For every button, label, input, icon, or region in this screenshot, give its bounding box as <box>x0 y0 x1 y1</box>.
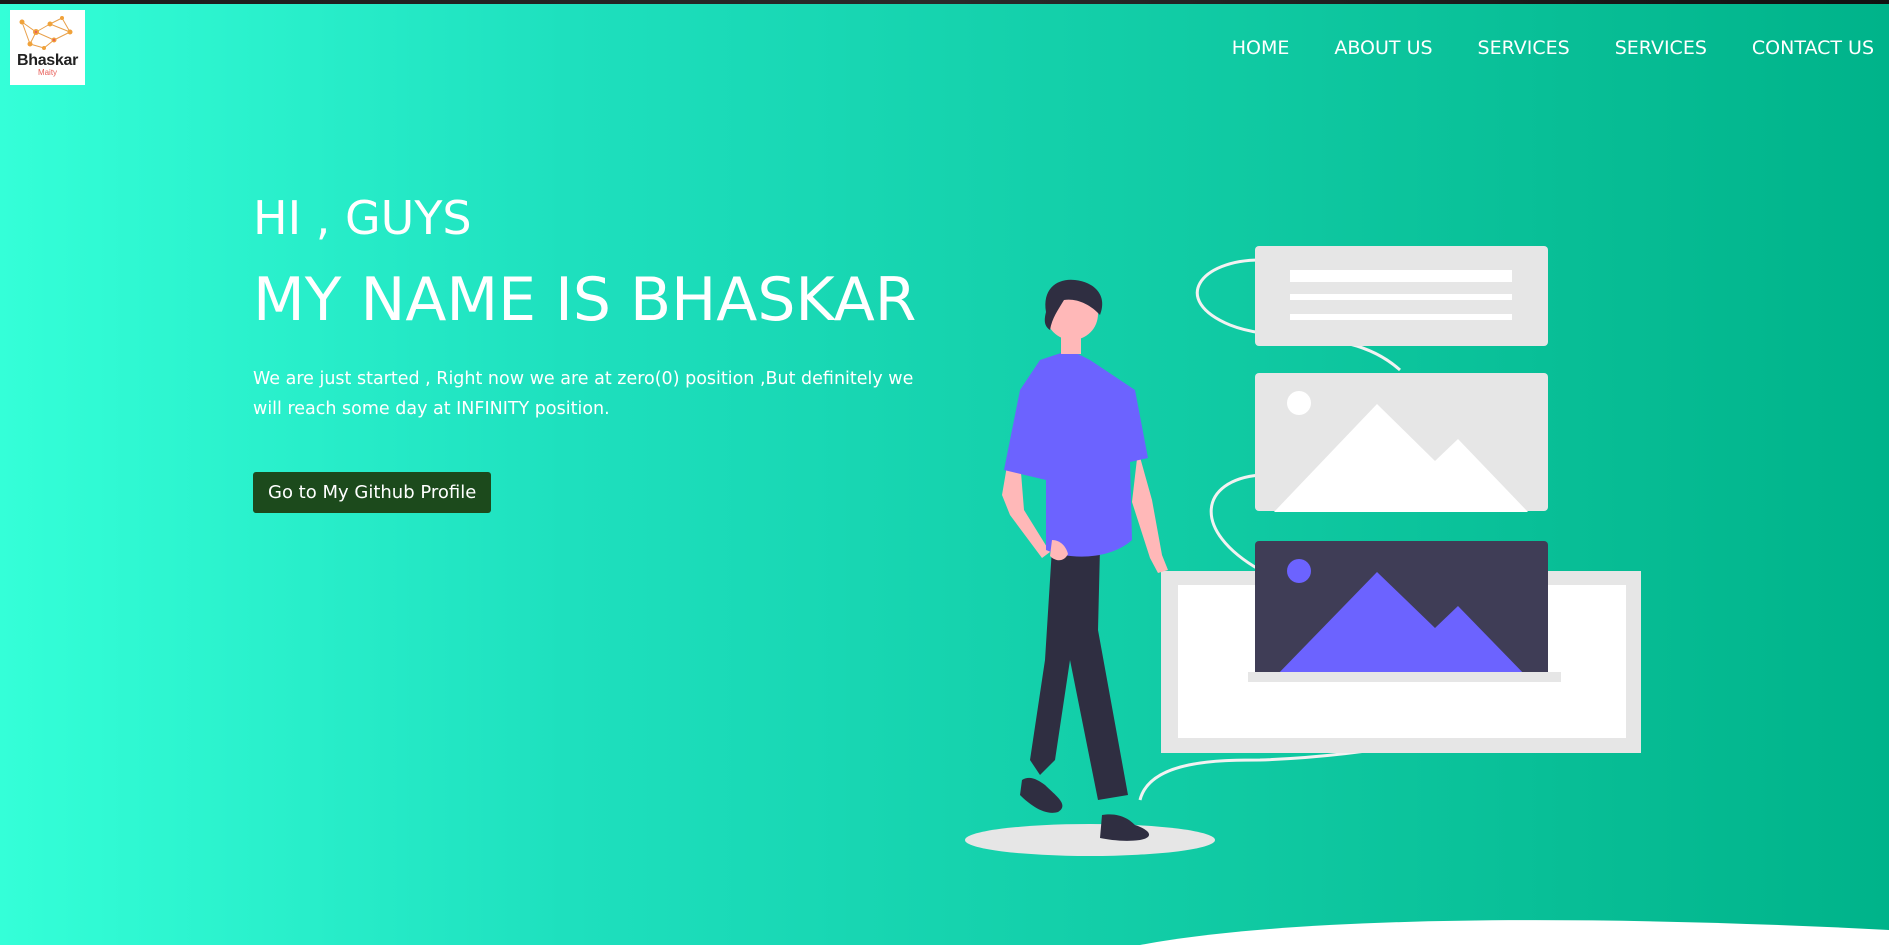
nav-about-us[interactable]: ABOUT US <box>1334 37 1432 59</box>
nav-services-2[interactable]: SERVICES <box>1615 37 1707 59</box>
hero-tagline: We are just started , Right now we are a… <box>253 369 914 419</box>
nav-contact-us[interactable]: CONTACT US <box>1752 37 1874 59</box>
site-logo[interactable]: Bhaskar Maity <box>10 10 85 85</box>
person-with-image-cards-illustration <box>965 246 1641 856</box>
main-nav: HOME ABOUT US SERVICES SERVICES CONTACT … <box>1187 37 1874 59</box>
hero-name-heading: MY NAME IS BHASKAR <box>253 265 917 335</box>
bottom-wave-decoration <box>1140 920 1889 945</box>
nav-home[interactable]: HOME <box>1232 37 1290 59</box>
hero-section: HI , GUYS MY NAME IS BHASKAR We are just… <box>253 190 933 513</box>
hero-greeting: HI , GUYS <box>253 191 472 245</box>
github-profile-button[interactable]: Go to My Github Profile <box>253 472 492 513</box>
top-border <box>0 0 1889 4</box>
logo-subtitle: Maity <box>37 68 58 77</box>
nav-services[interactable]: SERVICES <box>1478 37 1570 59</box>
